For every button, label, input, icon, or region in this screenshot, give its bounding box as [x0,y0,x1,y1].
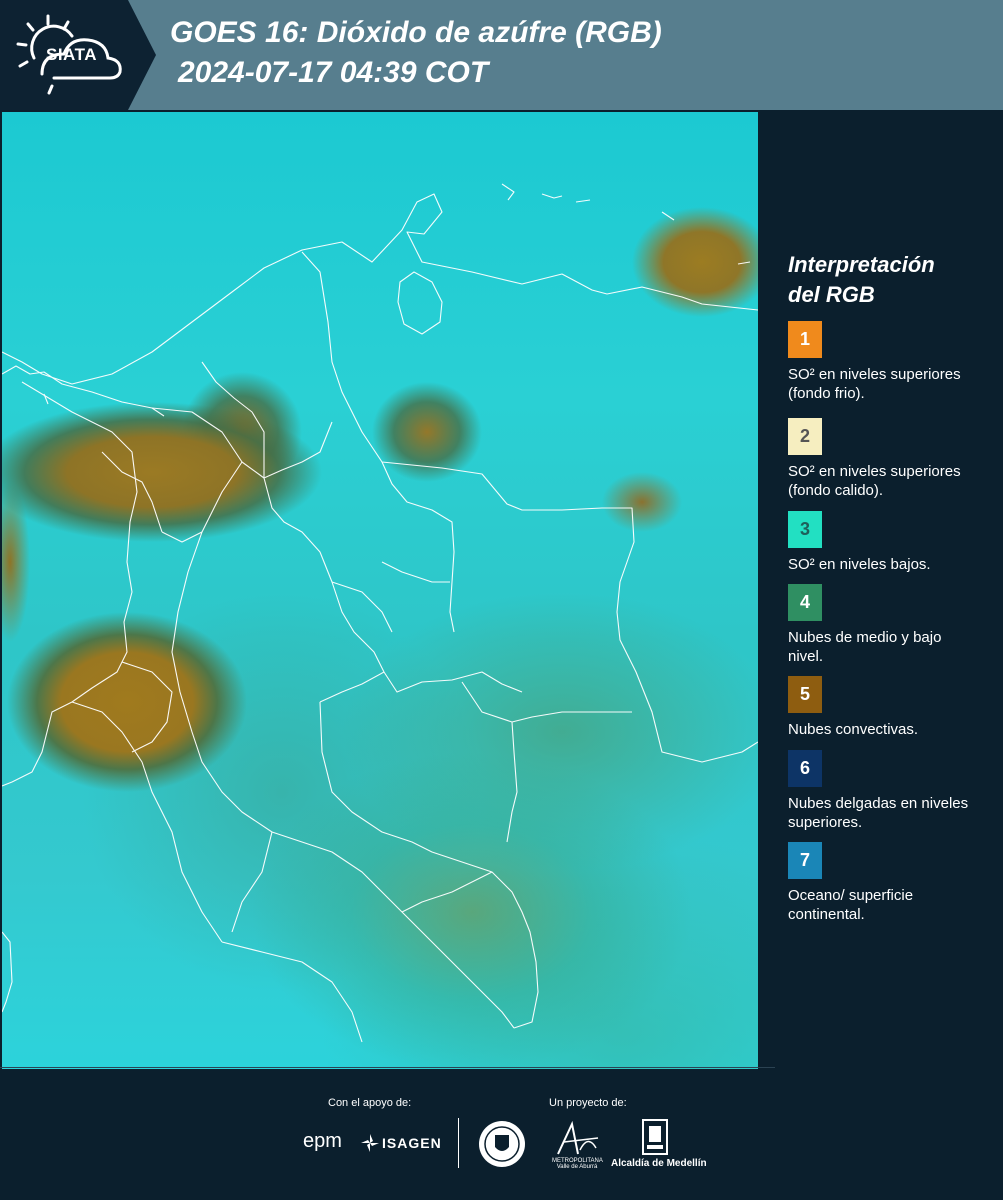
legend-swatch: 3 [788,511,822,548]
legend-label: SO² en niveles superiores (fondo calido)… [788,463,961,499]
legend-label: Nubes convectivas. [788,721,919,738]
isagen-logo: ISAGEN [382,1135,442,1151]
epm-logo: epm [303,1130,342,1152]
legend-label: Oceano/ superficie continental. [788,887,914,923]
satellite-map [2,112,758,1069]
footer-divider [458,1118,459,1168]
header-bar: SIATA GOES 16: Dióxido de azúfre (RGB) 2… [0,0,1003,110]
legend-swatch: 6 [788,750,822,787]
alcaldia-label: Alcaldía de Medellín [611,1158,707,1169]
medellin-seal-icon [479,1121,525,1167]
map-borders [2,183,758,1043]
area-metropolitana-caption: METROPOLITANA Valle de Aburrá [552,1158,603,1170]
area-metropolitana-logo-icon [557,1120,599,1155]
legend-title-line1: Interpretación [788,252,935,277]
legend-swatch: 7 [788,842,822,879]
logo-text: SIATA [46,45,97,64]
legend-label: SO² en niveles superiores (fondo frio). [788,366,961,402]
legend-swatch: 5 [788,676,822,713]
logo-block: SIATA [0,0,128,110]
page-title: GOES 16: Dióxido de azúfre (RGB) [170,16,662,49]
isagen-logo-icon [361,1134,379,1152]
legend-swatch: 2 [788,418,822,455]
legend-title-line2: del RGB [788,282,875,307]
legend-label: Nubes de medio y bajo nivel. [788,629,942,665]
legend-label: SO² en niveles bajos. [788,556,931,573]
alcaldia-shield-icon [642,1119,668,1155]
page-timestamp: 2024-07-17 04:39 COT [178,56,489,89]
legend-swatch: 4 [788,584,822,621]
project-label: Un proyecto de: [549,1097,627,1109]
legend-label: Nubes delgadas en niveles superiores. [788,795,969,831]
footer-divider-line [0,1067,775,1068]
legend-title: Interpretación del RGB [788,250,988,310]
logo-arrow [128,0,156,110]
support-label: Con el apoyo de: [328,1097,412,1109]
legend-swatch: 1 [788,321,822,358]
